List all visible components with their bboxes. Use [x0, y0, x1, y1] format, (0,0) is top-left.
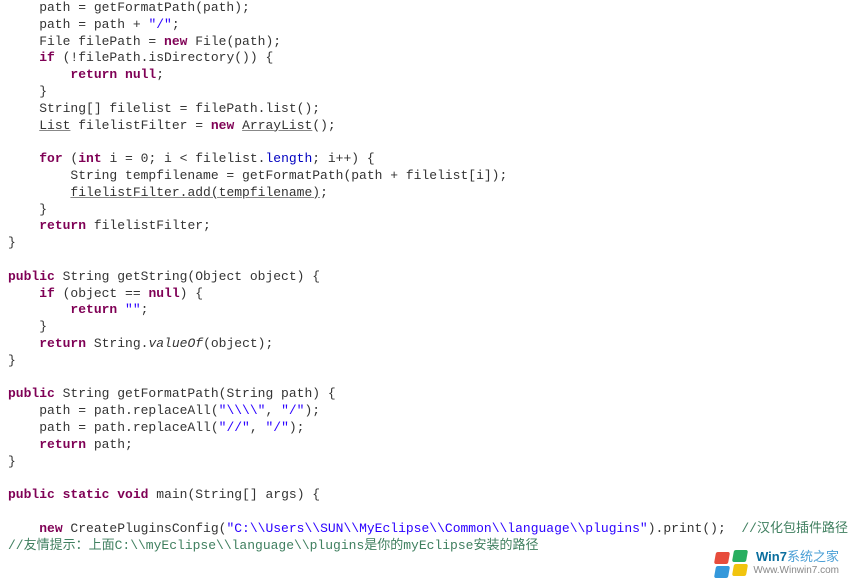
code-line: filelistFilter.add(tempfilename);	[8, 185, 841, 202]
code-line: return String.valueOf(object);	[8, 336, 841, 353]
code-line: for (int i = 0; i < filelist.length; i++…	[8, 151, 841, 168]
code-line: List filelistFilter = new ArrayList();	[8, 118, 841, 135]
code-line: if (!filePath.isDirectory()) {	[8, 50, 841, 67]
code-line: }	[8, 319, 841, 336]
code-line: File filePath = new File(path);	[8, 34, 841, 51]
code-line: path = path + "/";	[8, 17, 841, 34]
code-line: path = path.replaceAll("\\\\", "/");	[8, 403, 841, 420]
watermark-brand-prefix: Win7	[756, 549, 787, 564]
code-line: }	[8, 235, 841, 252]
code-line: }	[8, 353, 841, 370]
code-line: if (object == null) {	[8, 286, 841, 303]
code-line: new CreatePluginsConfig("C:\\Users\\SUN\…	[8, 521, 841, 538]
code-line: String tempfilename = getFormatPath(path…	[8, 168, 841, 185]
code-line: path = path.replaceAll("//", "/");	[8, 420, 841, 437]
code-line	[8, 470, 841, 487]
code-line: }	[8, 202, 841, 219]
code-line: public static void main(String[] args) {	[8, 487, 841, 504]
code-line	[8, 370, 841, 387]
code-line: public String getFormatPath(String path)…	[8, 386, 841, 403]
code-line: }	[8, 454, 841, 471]
code-line: }	[8, 84, 841, 101]
code-line	[8, 134, 841, 151]
code-line: path = getFormatPath(path);	[8, 0, 841, 17]
code-line: return filelistFilter;	[8, 218, 841, 235]
watermark-url: Www.Winwin7.com	[753, 564, 839, 578]
watermark: Win7系统之家 Www.Winwin7.com	[715, 550, 839, 578]
code-line: return null;	[8, 67, 841, 84]
code-line	[8, 504, 841, 521]
windows-logo-icon	[715, 550, 747, 578]
code-line: return path;	[8, 437, 841, 454]
code-line: return "";	[8, 302, 841, 319]
code-line: String[] filelist = filePath.list();	[8, 101, 841, 118]
code-line: public String getString(Object object) {	[8, 269, 841, 286]
watermark-brand-suffix: 系统之家	[787, 549, 839, 564]
code-line	[8, 252, 841, 269]
code-editor[interactable]: path = getFormatPath(path); path = path …	[0, 0, 849, 554]
